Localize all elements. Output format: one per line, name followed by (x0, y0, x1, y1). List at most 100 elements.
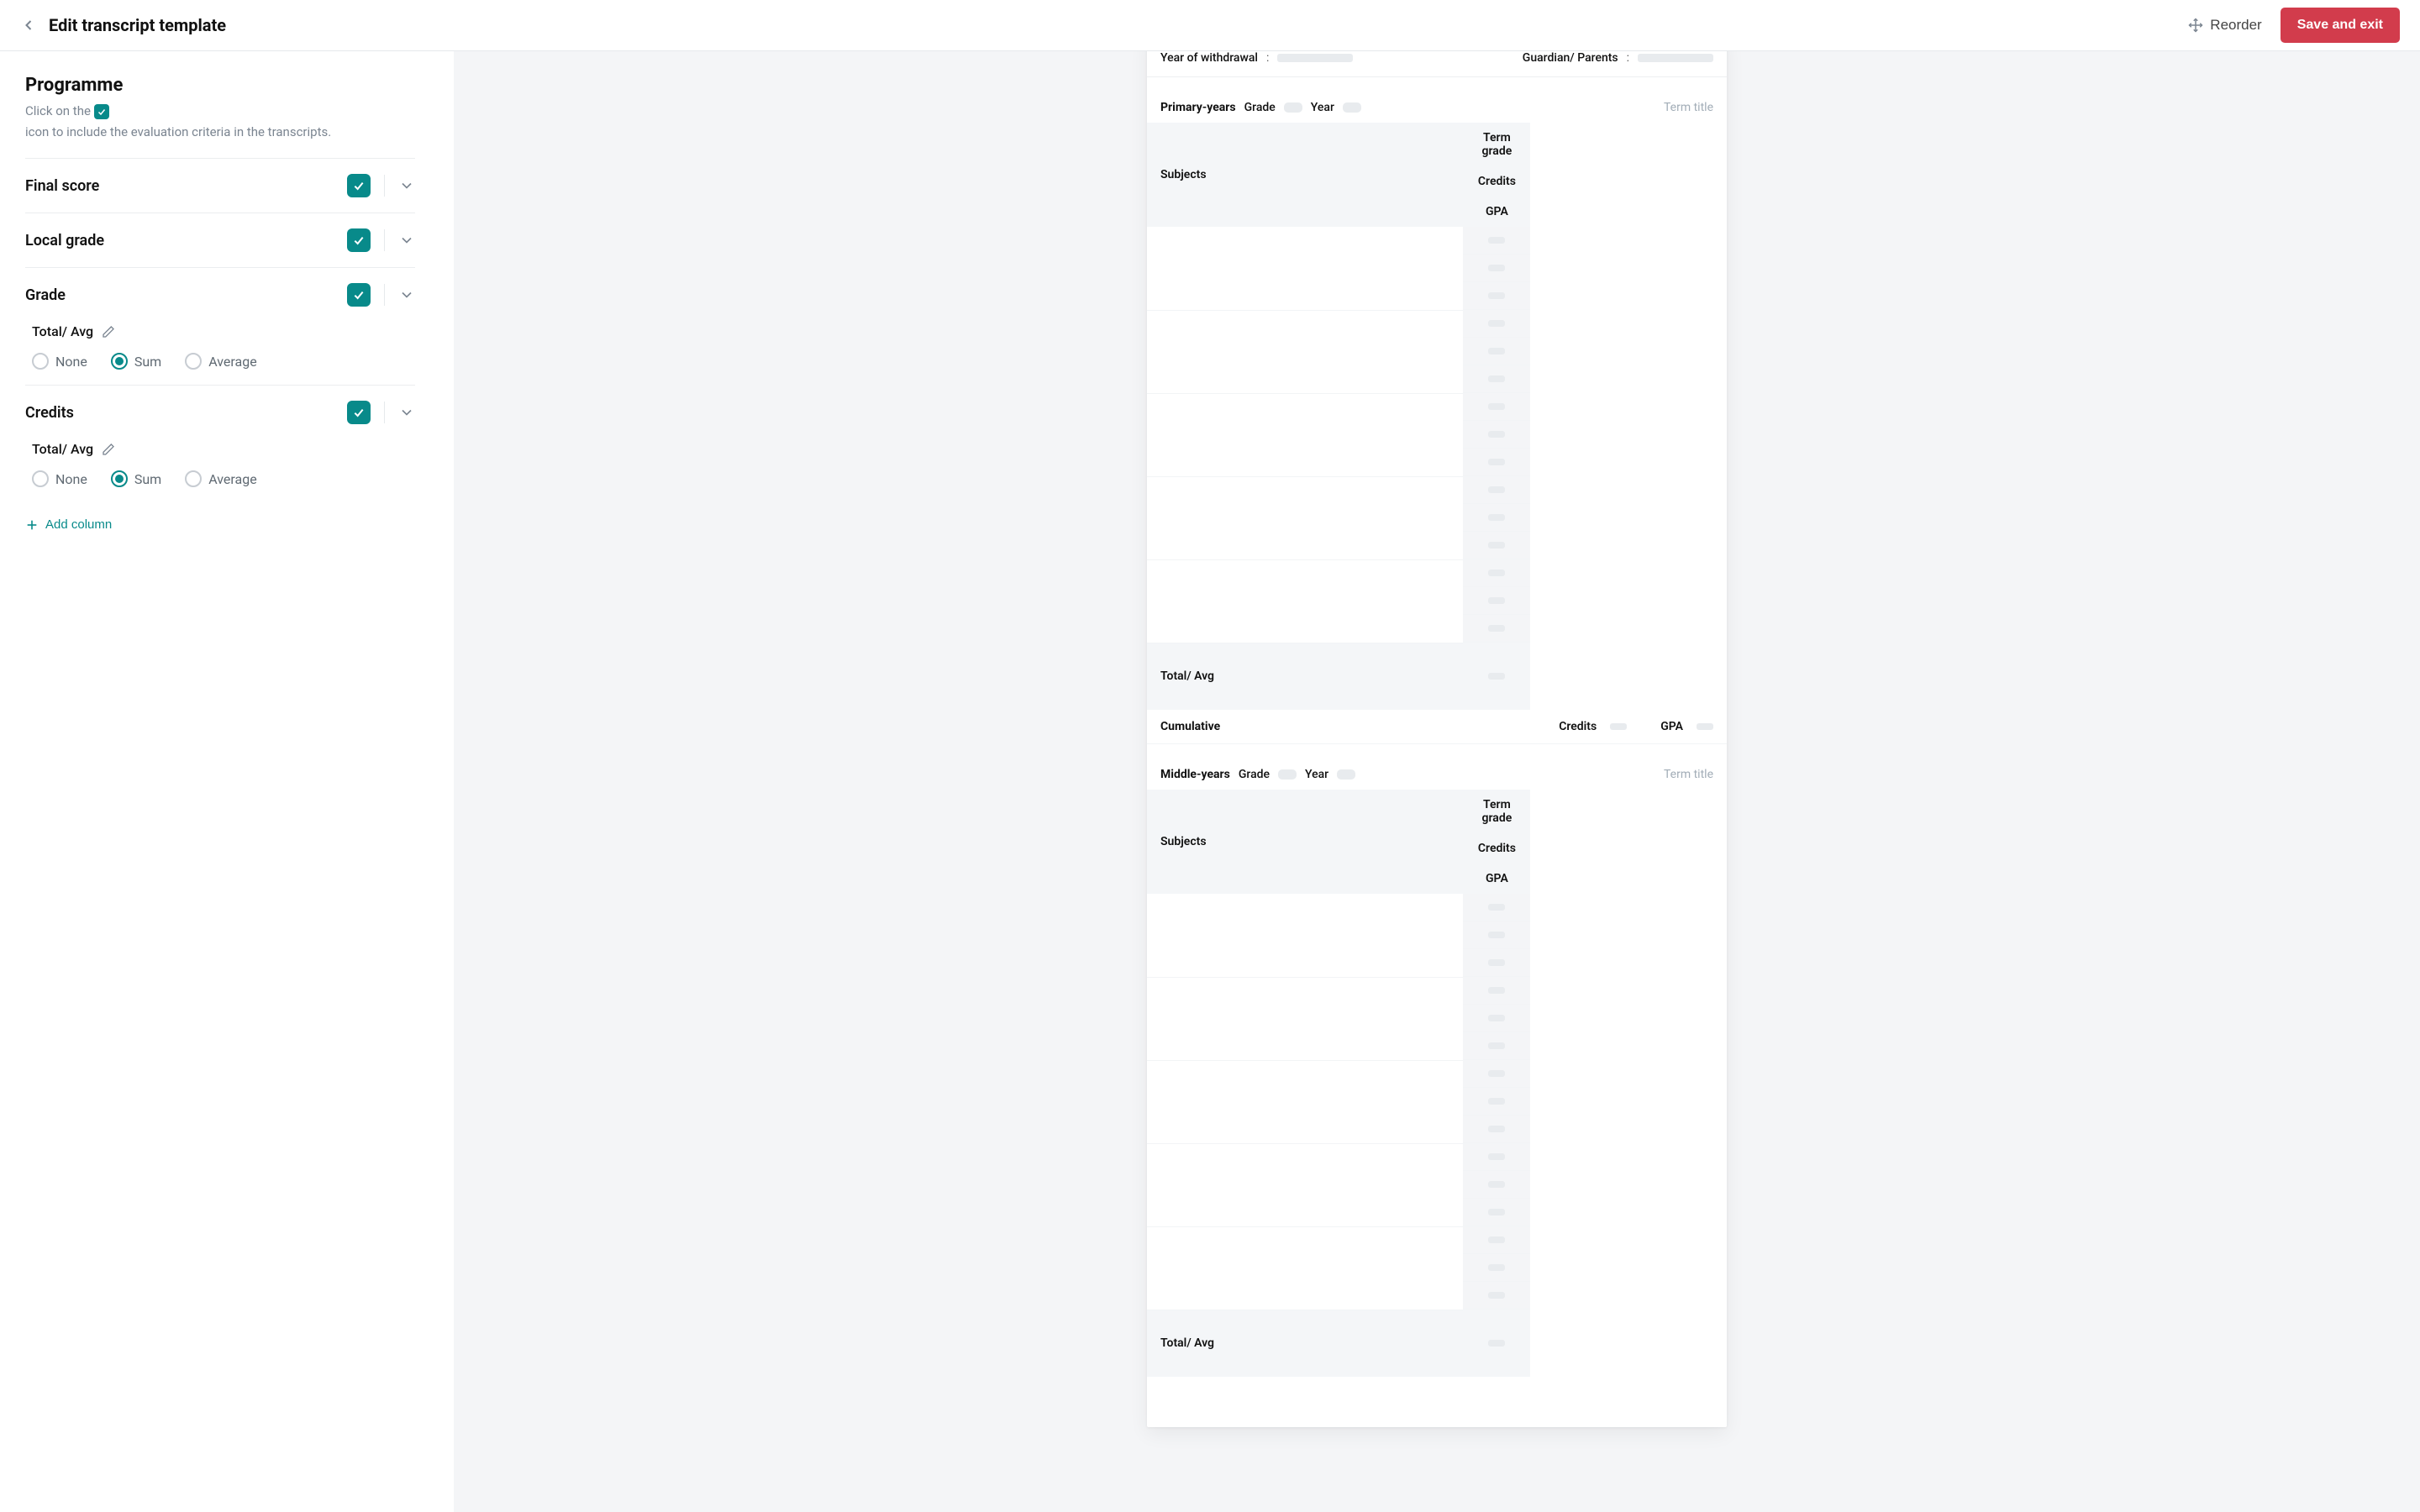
cumulative-credits-label: Credits (1559, 720, 1597, 733)
criteria-label: Final score (25, 177, 334, 195)
placeholder-bar (1638, 54, 1713, 62)
grades-table: SubjectsTerm gradeCreditsGPATotal/ Avg (1147, 123, 1727, 710)
include-toggle[interactable] (347, 283, 371, 307)
chevron-down-icon[interactable] (398, 286, 415, 303)
subblock-title-text: Total/ Avg (32, 323, 93, 339)
placeholder-bar (1277, 54, 1353, 62)
radio-option[interactable]: Average (185, 353, 256, 370)
criteria-label: Grade (25, 286, 334, 304)
table-row (1147, 1060, 1727, 1143)
include-toggle[interactable] (347, 174, 371, 197)
radio-icon (111, 353, 128, 370)
include-toggle[interactable] (347, 401, 371, 424)
divider (384, 229, 385, 251)
criteria-subblock: Total/ Avg None Sum Average (25, 323, 415, 370)
placeholder-bar (1488, 932, 1505, 938)
criteria-label: Credits (25, 404, 334, 422)
criteria-head: Final score (25, 174, 415, 197)
col-subjects: Subjects (1147, 790, 1463, 894)
placeholder-bar (1488, 1209, 1505, 1215)
include-toggle[interactable] (347, 228, 371, 252)
preview-card: Year of withdrawal : Guardian/ Parents :… (1147, 51, 1727, 1427)
main: Programme Click on the icon to include t… (0, 51, 2420, 1512)
reorder-button[interactable]: Reorder (2180, 12, 2270, 39)
col-term-grade: Term grade (1463, 123, 1530, 166)
placeholder-bar (1488, 1340, 1505, 1347)
grades-table: SubjectsTerm gradeCreditsGPA Total/ Avg (1147, 790, 1727, 1377)
year-label: Year (1311, 101, 1334, 114)
checkbox-icon (94, 104, 109, 119)
radio-group: None Sum Average (32, 353, 415, 370)
desc-text-after: icon to include the evaluation criteria … (25, 123, 331, 141)
criteria-label: Local grade (25, 232, 334, 249)
back-icon[interactable] (20, 17, 37, 34)
edit-icon[interactable] (102, 443, 115, 456)
preview-header-row: Year of withdrawal : Guardian/ Parents : (1147, 51, 1727, 77)
criteria-head: Credits (25, 401, 415, 424)
placeholder-bar (1488, 959, 1505, 966)
term-title-placeholder: Term title (1664, 768, 1713, 781)
placeholder-bar (1488, 1098, 1505, 1105)
total-label: Total/ Avg (1147, 1310, 1463, 1377)
placeholder-bar (1278, 769, 1297, 780)
col-term-grade: Term grade (1463, 790, 1530, 833)
programme-name: Middle-years (1160, 768, 1230, 781)
placeholder-bar (1284, 102, 1302, 113)
table-row (1147, 227, 1727, 310)
placeholder-bar (1488, 597, 1505, 604)
divider (384, 175, 385, 197)
placeholder-bar (1488, 987, 1505, 994)
radio-label: None (55, 354, 87, 370)
placeholder-bar (1488, 1236, 1505, 1243)
add-column-button[interactable]: Add column (25, 517, 112, 532)
chevron-down-icon[interactable] (398, 177, 415, 194)
total-label: Total/ Avg (1147, 643, 1463, 710)
placeholder-bar (1488, 237, 1505, 244)
criteria-head: Local grade (25, 228, 415, 252)
radio-option[interactable]: Sum (111, 470, 161, 487)
preview-section-head: Middle-yearsGradeYearTerm title (1147, 768, 1727, 790)
table-row (1147, 977, 1727, 1060)
preview-section: Primary-yearsGradeYearTerm titleSubjects… (1147, 101, 1727, 744)
placeholder-bar (1488, 904, 1505, 911)
table-row (1147, 559, 1727, 643)
move-icon (2188, 18, 2203, 33)
criteria-row: Local grade (25, 213, 415, 267)
term-title-placeholder: Term title (1664, 101, 1713, 114)
col-subjects: Subjects (1147, 123, 1463, 227)
col-gpa: GPA (1463, 197, 1530, 227)
programme-section-title: Programme (25, 75, 415, 96)
add-column-label: Add column (45, 517, 112, 532)
year-label: Year (1305, 768, 1328, 781)
radio-option[interactable]: None (32, 353, 87, 370)
placeholder-bar (1610, 723, 1627, 730)
placeholder-bar (1488, 1126, 1505, 1132)
chevron-down-icon[interactable] (398, 404, 415, 421)
placeholder-bar (1488, 1181, 1505, 1188)
col-gpa: GPA (1463, 864, 1530, 894)
placeholder-bar (1488, 265, 1505, 271)
criteria-head: Grade (25, 283, 415, 307)
radio-option[interactable]: Sum (111, 353, 161, 370)
grade-label: Grade (1244, 101, 1276, 114)
placeholder-bar (1488, 1264, 1505, 1271)
cumulative-gpa-label: GPA (1660, 720, 1683, 733)
chevron-down-icon[interactable] (398, 232, 415, 249)
criteria-row: Grade Total/ Avg None Sum Average (25, 267, 415, 385)
criteria-row: Final score (25, 158, 415, 213)
placeholder-bar (1488, 403, 1505, 410)
edit-icon[interactable] (102, 325, 115, 339)
placeholder-bar (1488, 486, 1505, 493)
programme-section-desc: Click on the icon to include the evaluat… (25, 102, 415, 141)
plus-icon (25, 518, 39, 532)
placeholder-bar (1488, 1153, 1505, 1160)
withdrawal-label: Year of withdrawal (1160, 51, 1258, 65)
placeholder-bar (1488, 625, 1505, 632)
placeholder-bar (1697, 723, 1713, 730)
radio-option[interactable]: Average (185, 470, 256, 487)
radio-option[interactable]: None (32, 470, 87, 487)
save-and-exit-button[interactable]: Save and exit (2281, 8, 2400, 43)
radio-icon (185, 353, 202, 370)
col-credits: Credits (1463, 833, 1530, 864)
subblock-title: Total/ Avg (32, 441, 415, 457)
